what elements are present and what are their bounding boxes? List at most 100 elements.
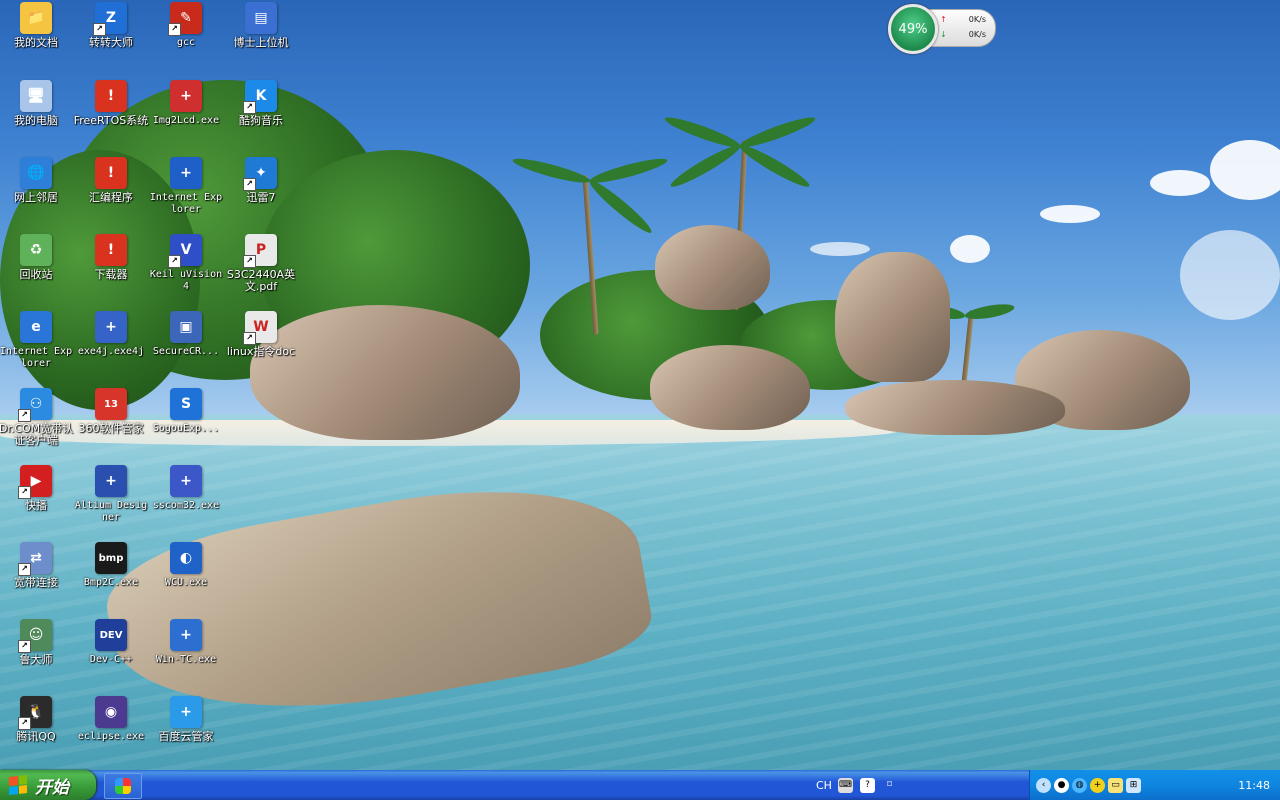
quick-launch-button[interactable] — [104, 773, 142, 799]
desktop-icon-label: 网上邻居 — [14, 191, 58, 204]
app-icon: + — [170, 619, 202, 651]
app-icon: 13 — [95, 388, 127, 420]
pin-icon[interactable]: ⌑ — [882, 778, 897, 793]
desktop-icon[interactable]: 🖥 我的电脑 — [0, 80, 74, 127]
app-icon: ✦ ↗ — [243, 157, 277, 191]
desktop-icon-label: 下载器 — [94, 268, 128, 281]
desktop-icon-label: 转转大师 — [89, 36, 133, 49]
wallpaper-cloud — [1040, 205, 1100, 223]
desktop-icon[interactable]: Z ↗ 转转大师 — [73, 2, 149, 49]
desktop-icon[interactable]: ⚇ ↗ Dr.COM宽带认证客户端 — [0, 388, 74, 447]
app-icon: ! — [95, 157, 127, 189]
desktop-icon[interactable]: W ↗ linux指令doc — [223, 311, 299, 358]
desktop-icon[interactable]: + Win-TC.exe — [148, 619, 224, 666]
app-icon: V ↗ — [168, 234, 202, 268]
desktop-icon[interactable]: 📁 我的文档 — [0, 2, 74, 49]
desktop-icon[interactable]: + exe4j.exe4j — [73, 311, 149, 358]
qq-tray-icon[interactable]: ● — [1054, 778, 1069, 793]
desktop-icon[interactable]: ✦ ↗ 迅雷7 — [223, 157, 299, 204]
app-icon: ⚇ ↗ — [18, 388, 52, 422]
desktop-icon-label: 快播 — [25, 499, 47, 512]
desktop-icon[interactable]: ▣ SecureCR... — [148, 311, 224, 358]
desktop-icon[interactable]: V ↗ Keil uVision4 — [148, 234, 224, 293]
desktop-icon[interactable]: ☺ ↗ 鲁大师 — [0, 619, 74, 666]
app-icon: DEV — [95, 619, 127, 651]
desktop-icon[interactable]: 🐧 ↗ 腾讯QQ — [0, 696, 74, 743]
keyboard-icon[interactable]: ⌨ — [838, 778, 853, 793]
wallpaper-rock — [835, 252, 950, 382]
back-arrow-icon[interactable]: ‹ — [1036, 778, 1051, 793]
globe-icon[interactable]: ◍ — [1072, 778, 1087, 793]
desktop-icon-label: Dr.COM宽带认证客户端 — [0, 422, 74, 447]
desktop-icon-label: sscom32.exe — [152, 500, 220, 511]
pinwheel-icon — [115, 778, 131, 794]
app-icon: ♻ — [20, 234, 52, 266]
desktop-icon[interactable]: + Img2Lcd.exe — [148, 80, 224, 127]
desktop-icon[interactable]: DEV Dev-C++ — [73, 619, 149, 666]
desktop-icon[interactable]: ✎ ↗ gcc — [148, 2, 224, 49]
desktop-icon[interactable]: + Internet Explorer — [148, 157, 224, 216]
app-icon: Z ↗ — [93, 2, 127, 36]
shortcut-arrow-icon: ↗ — [18, 563, 31, 576]
desktop-icon[interactable]: ◐ WCU.exe — [148, 542, 224, 589]
desktop-icon[interactable]: ! 汇编程序 — [73, 157, 149, 204]
desktop-icon-label: 腾讯QQ — [16, 730, 56, 743]
desktop-icon-label: 迅雷7 — [246, 191, 276, 204]
wallpaper-rock — [650, 345, 810, 430]
app-icon: 📁 — [20, 2, 52, 34]
plus-icon[interactable]: + — [1090, 778, 1105, 793]
app-icon: ▶ ↗ — [18, 465, 52, 499]
desktop-icon[interactable]: ♻ 回收站 — [0, 234, 74, 281]
desktop-icon[interactable]: 13 360软件管家 — [73, 388, 149, 435]
shortcut-arrow-icon: ↗ — [243, 101, 256, 114]
desktop-icon[interactable]: + 百度云管家 — [148, 696, 224, 743]
folder-icon[interactable]: ▭ — [1108, 778, 1123, 793]
desktop-icon-label: FreeRTOS系统 — [73, 114, 149, 127]
app-icon: + — [170, 80, 202, 112]
network-icon[interactable]: ⊞ — [1126, 778, 1141, 793]
start-button[interactable]: 开始 — [0, 770, 96, 800]
desktop-icon[interactable]: P ↗ S3C2440A英文.pdf — [223, 234, 299, 293]
desktop-icon[interactable]: ⇄ ↗ 宽带连接 — [0, 542, 74, 589]
desktop-icon-label: 我的电脑 — [14, 114, 58, 127]
desktop-icon-label: Keil uVision4 — [149, 269, 223, 292]
app-icon: + — [170, 696, 202, 728]
desktop-icon-label: SogouExp... — [152, 423, 220, 434]
desktop-icon-label: Win-TC.exe — [155, 654, 217, 665]
app-icon: 🌐 — [20, 157, 52, 189]
help-icon[interactable]: ? — [860, 778, 875, 793]
desktop-icon[interactable]: bmp Bmp2C.exe — [73, 542, 149, 589]
desktop-icon[interactable]: ! 下载器 — [73, 234, 149, 281]
desktop-icon[interactable]: ◉ eclipse.exe — [73, 696, 149, 743]
shortcut-arrow-icon: ↗ — [243, 255, 256, 268]
shortcut-arrow-icon: ↗ — [243, 332, 256, 345]
desktop-icon[interactable]: K ↗ 酷狗音乐 — [223, 80, 299, 127]
network-monitor-widget[interactable]: 49% ↑ 0K/s ↓ 0K/s — [888, 4, 996, 54]
app-icon: 🐧 ↗ — [18, 696, 52, 730]
app-icon: ⇄ ↗ — [18, 542, 52, 576]
desktop-icon-label: Bmp2C.exe — [83, 577, 139, 588]
desktop-icon[interactable]: + Altium Designer — [73, 465, 149, 524]
desktop-icon[interactable]: ▶ ↗ 快播 — [0, 465, 74, 512]
wallpaper-cloud — [1180, 230, 1280, 320]
shortcut-arrow-icon: ↗ — [168, 255, 181, 268]
desktop-icon[interactable]: 🌐 网上邻居 — [0, 157, 74, 204]
app-icon: + — [95, 465, 127, 497]
desktop-icon[interactable]: S SogouExp... — [148, 388, 224, 435]
download-speed: 0K/s — [968, 30, 986, 39]
desktop-icon[interactable]: + sscom32.exe — [148, 465, 224, 512]
tray-clock[interactable]: 11:48 — [1238, 779, 1270, 792]
desktop-icon[interactable]: ! FreeRTOS系统 — [73, 80, 149, 127]
desktop-icon[interactable]: ▤ 博士上位机 — [223, 2, 299, 49]
wallpaper-cloud — [950, 235, 990, 263]
desktop-icon[interactable]: e Internet Explorer — [0, 311, 74, 370]
language-indicator[interactable]: CH — [816, 779, 832, 792]
wallpaper-cloud — [1150, 170, 1210, 196]
windows-logo-icon — [9, 775, 27, 795]
app-icon: ! — [95, 234, 127, 266]
app-icon: ▣ — [170, 311, 202, 343]
wallpaper-rock — [845, 380, 1065, 435]
shortcut-arrow-icon: ↗ — [18, 486, 31, 499]
upload-arrow-icon: ↑ — [940, 15, 947, 24]
desktop-icon-label: S3C2440A英文.pdf — [226, 268, 296, 293]
